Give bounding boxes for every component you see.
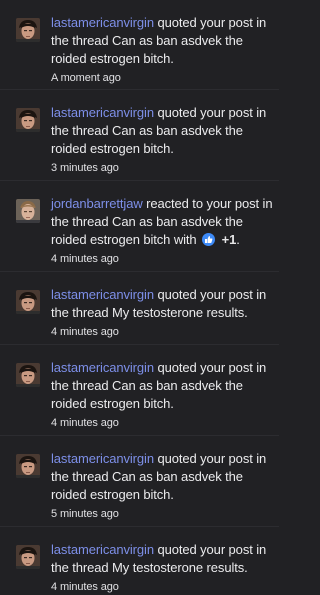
timestamp: 4 minutes ago: [51, 326, 119, 338]
username-link[interactable]: lastamericanvirgin: [51, 15, 154, 30]
reaction-label: +1: [218, 232, 237, 247]
username-link[interactable]: lastamericanvirgin: [51, 542, 154, 557]
avatar[interactable]: [16, 108, 40, 132]
notification-content: lastamericanvirgin quoted your post in t…: [51, 14, 273, 86]
username-link[interactable]: lastamericanvirgin: [51, 360, 154, 375]
notification-content: lastamericanvirgin quoted your post in t…: [51, 359, 273, 431]
notification-content: lastamericanvirgin quoted your post in t…: [51, 286, 273, 340]
timestamp: 4 minutes ago: [51, 417, 119, 429]
avatar[interactable]: [16, 545, 40, 569]
notification-content: jordanbarrettjaw reacted to your post in…: [51, 195, 273, 267]
timestamp: 4 minutes ago: [51, 253, 119, 265]
timestamp: 5 minutes ago: [51, 508, 119, 520]
notification-item[interactable]: lastamericanvirgin quoted your post in t…: [0, 0, 279, 90]
timestamp: 3 minutes ago: [51, 162, 119, 174]
notification-item[interactable]: lastamericanvirgin quoted your post in t…: [0, 90, 279, 181]
username-link[interactable]: lastamericanvirgin: [51, 451, 154, 466]
username-link[interactable]: lastamericanvirgin: [51, 105, 154, 120]
like-icon: [202, 233, 216, 246]
timestamp: 4 minutes ago: [51, 581, 119, 593]
notification-content: lastamericanvirgin quoted your post in t…: [51, 104, 273, 176]
username-link[interactable]: lastamericanvirgin: [51, 287, 154, 302]
notification-item[interactable]: lastamericanvirgin quoted your post in t…: [0, 272, 279, 345]
avatar[interactable]: [16, 18, 40, 42]
notification-item[interactable]: jordanbarrettjaw reacted to your post in…: [0, 181, 279, 272]
notification-item[interactable]: lastamericanvirgin quoted your post in t…: [0, 436, 279, 527]
avatar[interactable]: [16, 199, 40, 223]
avatar[interactable]: [16, 290, 40, 314]
notification-content: lastamericanvirgin quoted your post in t…: [51, 541, 273, 595]
avatar[interactable]: [16, 454, 40, 478]
notification-item[interactable]: lastamericanvirgin quoted your post in t…: [0, 527, 279, 593]
notification-content: lastamericanvirgin quoted your post in t…: [51, 450, 273, 522]
username-link[interactable]: jordanbarrettjaw: [51, 196, 143, 211]
notification-list: lastamericanvirgin quoted your post in t…: [0, 0, 279, 593]
avatar[interactable]: [16, 363, 40, 387]
reaction-period: .: [236, 232, 240, 247]
timestamp: A moment ago: [51, 72, 121, 84]
notification-item[interactable]: lastamericanvirgin quoted your post in t…: [0, 345, 279, 436]
